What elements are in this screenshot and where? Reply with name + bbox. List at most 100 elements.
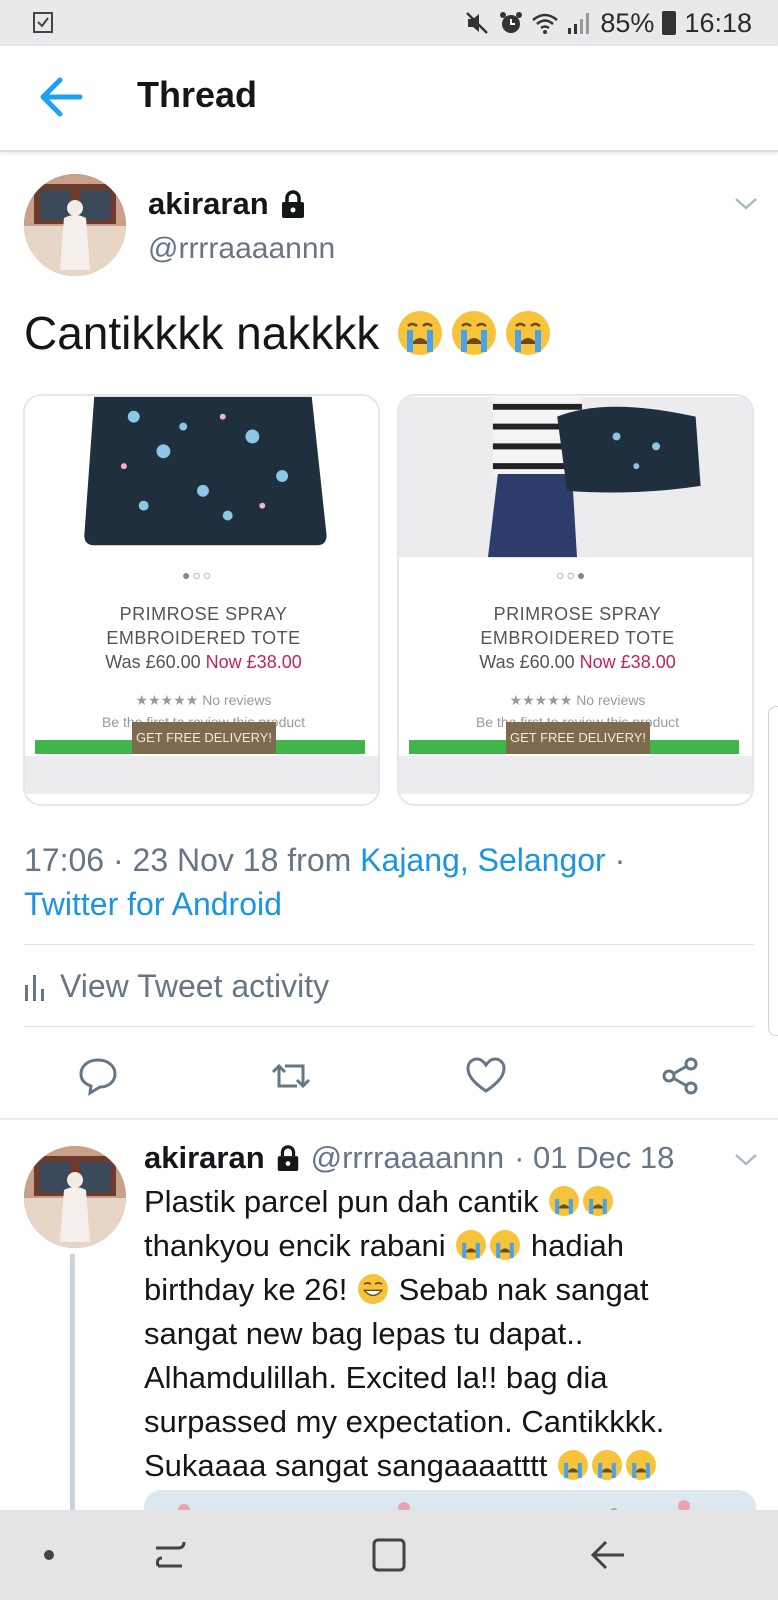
- display-name[interactable]: akiraran: [148, 186, 269, 222]
- mini-nav-bar: [399, 756, 752, 794]
- handle[interactable]: @rrrraaaannn: [148, 232, 335, 266]
- reply-line: surpassed my expectation. Cantikkkk.: [144, 1404, 665, 1439]
- battery-percent: 85%: [600, 7, 655, 38]
- reply-text: Plastik parcel pun dah cantik thankyou e…: [144, 1180, 744, 1488]
- alarm-icon: [500, 12, 523, 33]
- reply-line-text: birthday ke 26!: [144, 1272, 348, 1307]
- meta-separator: ·: [614, 842, 626, 878]
- crying-face-emoji: [591, 1450, 622, 1480]
- product-name-line: EMBROIDERED TOTE: [480, 628, 675, 648]
- reply-date: · 01 Dec 18: [514, 1140, 675, 1175]
- reply-line-text: Plastik parcel pun dah cantik: [144, 1184, 539, 1219]
- avatar[interactable]: [24, 1146, 126, 1248]
- system-nav-bar: [0, 1510, 778, 1600]
- timestamp: 17:06 · 23 Nov 18 from: [24, 842, 352, 878]
- media-image-2[interactable]: ○○● PRIMROSE SPRAY EMBROIDERED TOTE Was …: [397, 394, 754, 806]
- chevron-down-icon[interactable]: [734, 196, 758, 212]
- crying-face-emoji: [583, 1186, 614, 1216]
- clock: 16:18: [684, 7, 752, 38]
- back-arrow-icon[interactable]: [36, 74, 86, 120]
- media-image-1[interactable]: ●○○ PRIMROSE SPRAY EMBROIDERED TOTE Was …: [23, 394, 380, 806]
- like-icon[interactable]: [466, 1056, 506, 1096]
- tweet-actions: [0, 1050, 778, 1100]
- reply-line: Plastik parcel pun dah cantik: [144, 1180, 744, 1224]
- crying-face-emoji: [557, 1450, 588, 1480]
- location-link[interactable]: Kajang, Selangor: [360, 842, 606, 878]
- share-icon[interactable]: [660, 1056, 700, 1096]
- view-tweet-activity[interactable]: View Tweet activity: [24, 968, 329, 1005]
- reply-line-text: Sukaaaa sangat sangaaaatttt: [144, 1448, 548, 1483]
- reply-line: thankyou encik rabani hadiah: [144, 1224, 744, 1268]
- was-price: Was £60.00: [105, 652, 201, 672]
- grinning-face-emoji: [358, 1274, 388, 1304]
- avatar-photo: [24, 174, 126, 276]
- delivery-button: GET FREE DELIVERY!: [132, 722, 276, 754]
- crying-face-emoji: [456, 1230, 487, 1260]
- mini-nav-bar: [25, 756, 378, 794]
- crying-face-emoji: [549, 1186, 580, 1216]
- reply-icon[interactable]: [78, 1056, 118, 1096]
- crying-face-emoji: [452, 311, 497, 355]
- avatar-photo: [24, 1146, 126, 1248]
- product-price: Was £60.00 Now £38.00: [399, 652, 752, 673]
- lock-icon: [281, 190, 304, 218]
- avatar[interactable]: [24, 174, 126, 276]
- product-name: PRIMROSE SPRAY EMBROIDERED TOTE: [399, 602, 752, 650]
- handle[interactable]: @rrrraaaannn: [311, 1140, 504, 1176]
- crying-face-emoji: [506, 311, 551, 355]
- crying-face-emoji: [398, 311, 443, 355]
- app-bar: Thread: [0, 46, 778, 152]
- chevron-down-icon[interactable]: [734, 1152, 758, 1168]
- activity-label: View Tweet activity: [60, 968, 330, 1004]
- crying-face-emoji: [625, 1450, 656, 1480]
- home-icon[interactable]: [366, 1532, 412, 1578]
- reply-line-text: hadiah: [530, 1228, 624, 1263]
- divider: [24, 944, 754, 945]
- product-name-line: EMBROIDERED TOTE: [106, 628, 301, 648]
- lock-icon: [277, 1145, 298, 1171]
- tweet-text: Cantikkkk nakkkk: [24, 306, 553, 360]
- display-name[interactable]: akiraran: [144, 1140, 265, 1176]
- retweet-icon[interactable]: [271, 1056, 311, 1096]
- reviews-text: ★★★★★ No reviews: [509, 692, 646, 708]
- reply-line: sangat new bag lepas tu dapat..: [144, 1316, 584, 1351]
- tweet-meta: 17:06 · 23 Nov 18 from Kajang, Selangor …: [24, 838, 744, 926]
- carousel-dots: ●○○: [182, 567, 214, 583]
- signal-icon: [568, 13, 590, 34]
- now-price: Now £38.00: [205, 652, 302, 672]
- reply-line: Alhamdulillah. Excited la!! bag dia: [144, 1360, 608, 1395]
- thread-connector: [70, 1254, 75, 1514]
- product-name: PRIMROSE SPRAY EMBROIDERED TOTE: [25, 602, 378, 650]
- now-price: Now £38.00: [579, 652, 676, 672]
- reply-line: birthday ke 26! Sebab nak sangat: [144, 1268, 744, 1312]
- product-name-line: PRIMROSE SPRAY: [493, 604, 662, 624]
- status-bar: 85% 16:18: [0, 0, 778, 46]
- tote-bag-photo: [25, 396, 378, 558]
- delivery-button: GET FREE DELIVERY!: [506, 722, 650, 754]
- reviews-text: ★★★★★ No reviews: [135, 692, 272, 708]
- page-title: Thread: [137, 74, 258, 115]
- reply-line: Sukaaaa sangat sangaaaatttt: [144, 1444, 744, 1488]
- recents-icon[interactable]: [148, 1532, 194, 1578]
- activity-chart-icon: [25, 974, 44, 1001]
- reply-line-text: thankyou encik rabani: [144, 1228, 446, 1263]
- was-price: Was £60.00: [479, 652, 575, 672]
- model-with-tote-photo: [399, 396, 752, 558]
- client-link[interactable]: Twitter for Android: [24, 886, 282, 922]
- reply-header: akiraran @rrrraaaannn · 01 Dec 18: [144, 1140, 674, 1176]
- mute-icon: [466, 12, 489, 34]
- reply-line-text: Sebab nak sangat: [398, 1272, 649, 1307]
- product-price: Was £60.00 Now £38.00: [25, 652, 378, 673]
- tweet-text-content: Cantikkkk nakkkk: [24, 307, 380, 359]
- divider: [24, 1026, 754, 1027]
- wifi-icon: [532, 13, 559, 34]
- scroll-handle[interactable]: [768, 706, 778, 1036]
- task-icon: [33, 12, 53, 33]
- crying-face-emoji: [490, 1230, 521, 1260]
- carousel-dots: ○○●: [556, 567, 588, 583]
- back-icon[interactable]: [586, 1532, 632, 1578]
- battery-icon: [662, 11, 677, 35]
- section-divider: [0, 1118, 778, 1120]
- dot-icon[interactable]: [26, 1532, 72, 1578]
- product-name-line: PRIMROSE SPRAY: [119, 604, 288, 624]
